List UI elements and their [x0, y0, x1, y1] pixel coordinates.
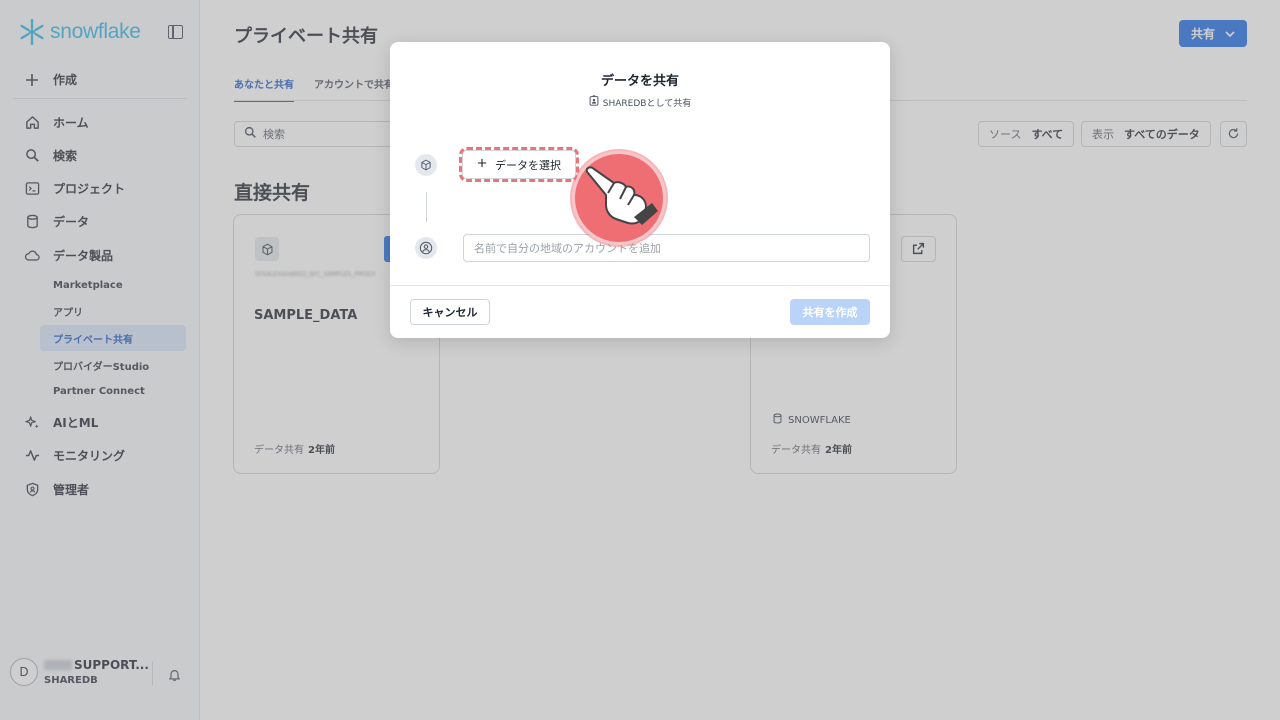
account-search-input[interactable]: 名前で自分の地域のアカウントを追加 — [463, 234, 870, 262]
cancel-button[interactable]: キャンセル — [410, 299, 490, 325]
dialog-title: データを共有 — [600, 74, 679, 89]
highlight-outline — [459, 147, 579, 182]
dialog-subtitle: SHAREDBとして共有 — [390, 95, 890, 109]
pointing-hand-icon — [572, 151, 666, 245]
step-connector — [426, 192, 427, 222]
cube-icon — [415, 154, 437, 176]
id-badge-icon — [589, 95, 599, 109]
dialog-divider — [390, 285, 890, 286]
create-share-button[interactable]: 共有を作成 — [790, 299, 870, 325]
dialog-subtitle-text: SHAREDBとして共有 — [602, 98, 692, 109]
account-icon — [415, 237, 437, 259]
